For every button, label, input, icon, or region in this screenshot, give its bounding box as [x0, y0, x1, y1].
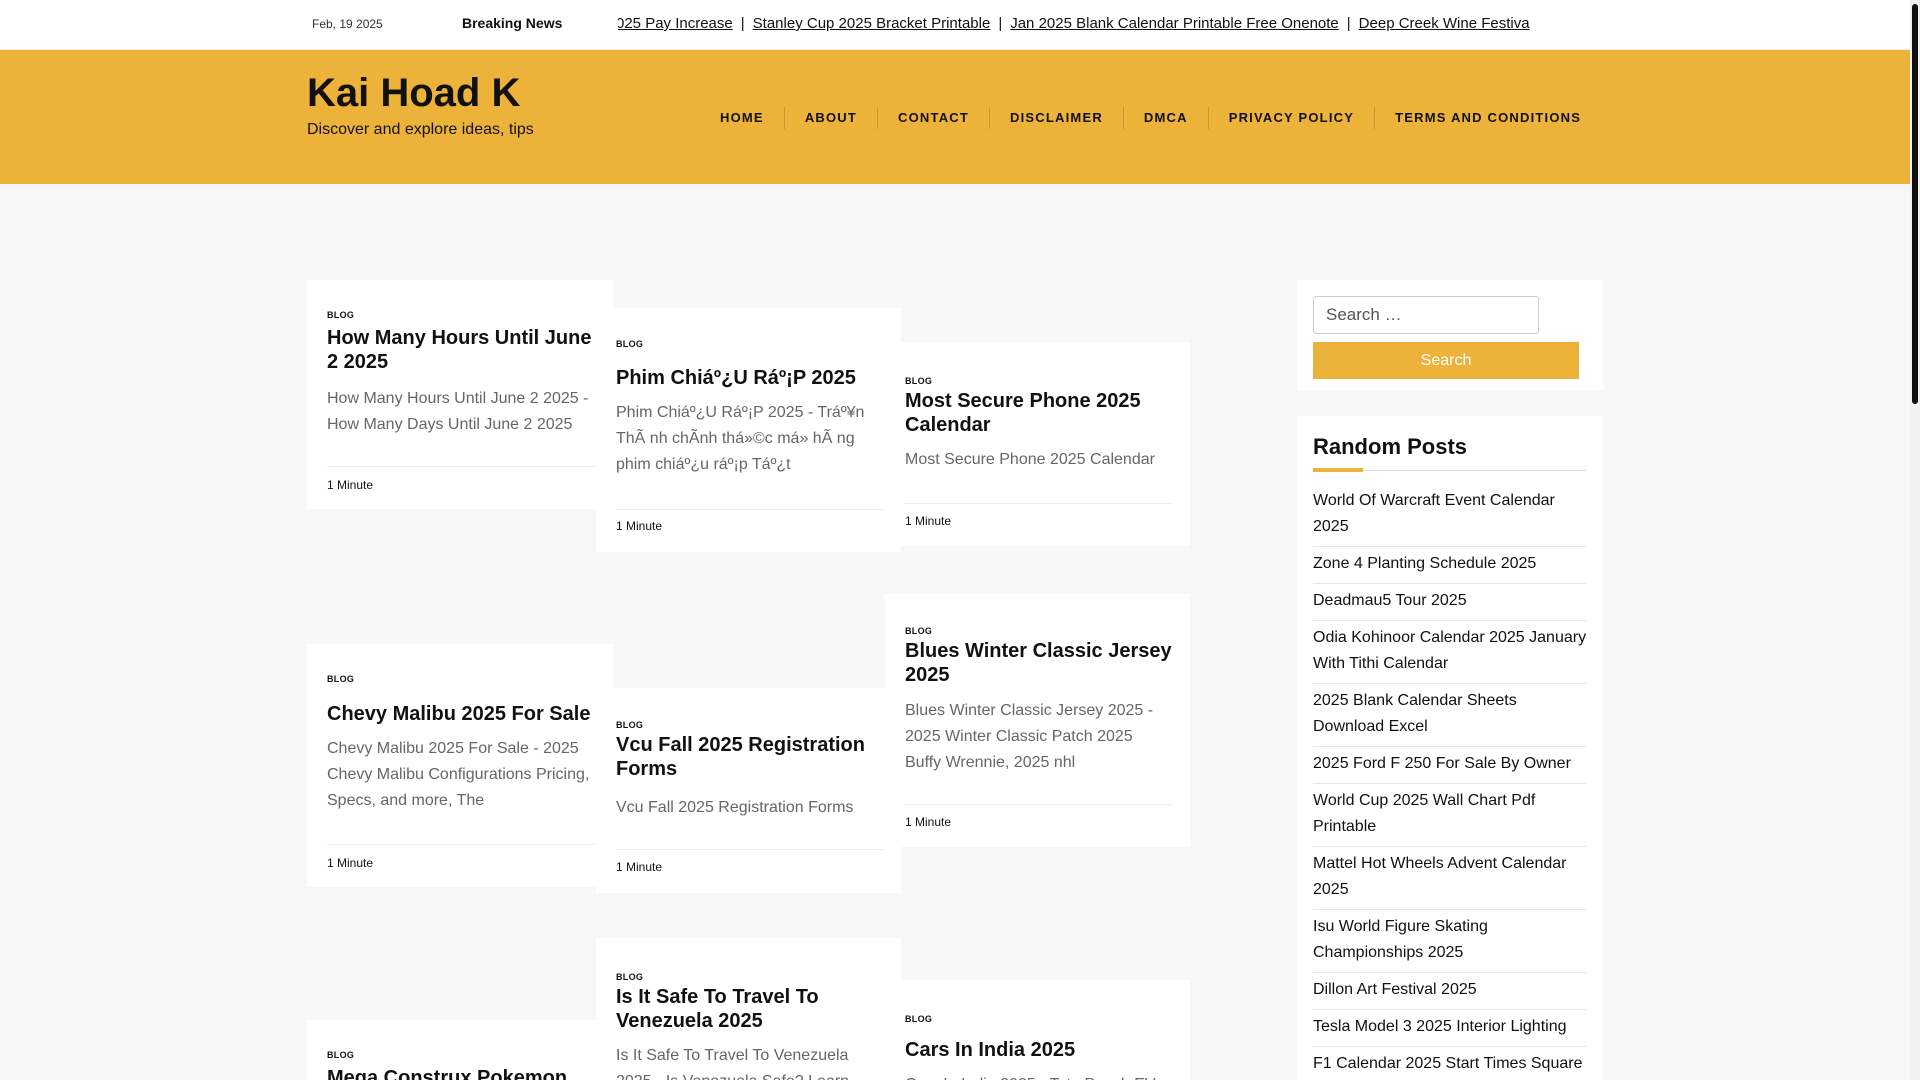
post-excerpt: Blues Winter Classic Jersey 2025 - 2025 …: [905, 702, 1154, 771]
widget-title-accent: [1313, 468, 1363, 472]
post-title[interactable]: Blues Winter Classic Jersey 2025: [905, 639, 1172, 687]
ticker-link[interactable]: Deep Creek Wine Festiva: [1359, 15, 1530, 32]
post-excerpt: Is It Safe To Travel To Venezuela 2025 -…: [616, 1047, 849, 1080]
site-title[interactable]: Kai Hoad K: [307, 71, 520, 116]
post-title[interactable]: Most Secure Phone 2025 Calendar: [905, 389, 1172, 437]
random-post-link[interactable]: Isu World Figure Skating Championships 2…: [1313, 914, 1587, 973]
main-nav: HOME ABOUT CONTACT DISCLAIMER DMCA PRIVA…: [700, 107, 1601, 129]
post-card[interactable]: BLOG Phim Chiáº¿U Ráº¡P 2025 Phim Chiáº¿…: [596, 308, 901, 552]
post-category[interactable]: BLOG: [905, 626, 932, 636]
read-time: 1 Minute: [616, 519, 663, 533]
ticker-separator: |: [998, 15, 1003, 32]
search-button[interactable]: Search: [1313, 342, 1579, 379]
card-divider: [616, 849, 883, 850]
post-excerpt: Cars In India 2025 - Tata Punch EV: [905, 1072, 1172, 1080]
read-time: 1 Minute: [905, 815, 952, 829]
post-excerpt: Vcu Fall 2025 Registration Forms: [616, 799, 854, 816]
nav-home[interactable]: HOME: [700, 107, 785, 129]
read-time: 1 Minute: [327, 478, 374, 492]
card-divider: [327, 844, 595, 845]
post-title[interactable]: How Many Hours Until June 2 2025: [327, 326, 595, 374]
post-category[interactable]: BLOG: [616, 339, 643, 349]
post-card[interactable]: BLOG How Many Hours Until June 2 2025 Ho…: [307, 280, 613, 509]
post-title[interactable]: Cars In India 2025: [905, 1038, 1172, 1062]
breaking-news-label: Breaking News: [462, 15, 563, 31]
post-card[interactable]: BLOG Chevy Malibu 2025 For Sale Chevy Ma…: [307, 644, 613, 887]
random-posts-title: Random Posts: [1313, 434, 1468, 459]
ticker-link[interactable]: Stanley Cup 2025 Bracket Printable: [753, 15, 991, 32]
random-post-link[interactable]: 2025 Blank Calendar Sheets Download Exce…: [1313, 688, 1587, 747]
read-time: 1 Minute: [616, 860, 663, 874]
post-title[interactable]: Mega Construx Pokemon: [327, 1066, 595, 1080]
post-title[interactable]: Is It Safe To Travel To Venezuela 2025: [616, 985, 883, 1033]
random-post-link[interactable]: World Cup 2025 Wall Chart Pdf Printable: [1313, 788, 1587, 847]
search-input[interactable]: [1313, 296, 1539, 334]
post-card[interactable]: BLOG Most Secure Phone 2025 Calendar Mos…: [885, 342, 1190, 546]
top-bar: Feb, 19 2025 Breaking News 025 Pay Incre…: [0, 0, 1910, 50]
post-excerpt: Chevy Malibu 2025 For Sale - 2025 Chevy …: [327, 740, 590, 809]
read-time: 1 Minute: [327, 856, 374, 870]
ticker-separator: |: [1346, 15, 1351, 32]
nav-dmca[interactable]: DMCA: [1124, 107, 1209, 129]
random-post-link[interactable]: Odia Kohinoor Calendar 2025 January With…: [1313, 625, 1587, 684]
site-header: Kai Hoad K Discover and explore ideas, t…: [0, 50, 1910, 184]
random-post-link[interactable]: 2025 Ford F 250 For Sale By Owner: [1313, 751, 1587, 784]
post-category[interactable]: BLOG: [905, 1014, 932, 1024]
post-title[interactable]: Vcu Fall 2025 Registration Forms: [616, 733, 883, 781]
site-tagline: Discover and explore ideas, tips: [307, 121, 534, 138]
card-divider: [327, 466, 595, 467]
post-category[interactable]: BLOG: [616, 972, 643, 982]
post-title[interactable]: Phim Chiáº¿U Ráº¡P 2025: [616, 366, 883, 390]
search-widget: Search: [1297, 280, 1603, 390]
card-divider: [616, 509, 883, 510]
card-divider: [905, 503, 1172, 504]
post-card[interactable]: BLOG Cars In India 2025 Cars In India 20…: [885, 980, 1190, 1080]
current-date: Feb, 19 2025: [312, 17, 383, 31]
ticker-link[interactable]: Jan 2025 Blank Calendar Printable Free O…: [1010, 15, 1339, 32]
post-card[interactable]: BLOG Blues Winter Classic Jersey 2025 Bl…: [885, 594, 1190, 847]
news-ticker: 025 Pay Increase | Stanley Cup 2025 Bracke…: [618, 15, 1604, 37]
post-card[interactable]: BLOG Is It Safe To Travel To Venezuela 2…: [596, 938, 901, 1080]
random-post-link[interactable]: World Of Warcraft Event Calendar 2025: [1313, 488, 1587, 547]
post-category[interactable]: BLOG: [327, 1050, 354, 1060]
ticker-separator: |: [740, 15, 745, 32]
post-category[interactable]: BLOG: [327, 310, 354, 320]
post-category[interactable]: BLOG: [327, 674, 354, 684]
random-posts-widget: Random Posts World Of Warcraft Event Cal…: [1297, 416, 1603, 1080]
random-post-link[interactable]: Zone 4 Planting Schedule 2025: [1313, 551, 1587, 584]
post-category[interactable]: BLOG: [905, 376, 932, 386]
random-posts-list: World Of Warcraft Event Calendar 2025 Zo…: [1313, 488, 1587, 1080]
nav-about[interactable]: ABOUT: [785, 107, 879, 129]
random-post-link[interactable]: Mattel Hot Wheels Advent Calendar 2025: [1313, 851, 1587, 910]
random-post-link[interactable]: Deadmau5 Tour 2025: [1313, 588, 1587, 621]
nav-privacy-policy[interactable]: PRIVACY POLICY: [1209, 107, 1376, 129]
post-excerpt: Most Secure Phone 2025 Calendar: [905, 451, 1155, 468]
random-post-link[interactable]: Tesla Model 3 2025 Interior Lighting: [1313, 1014, 1587, 1047]
post-card[interactable]: BLOG Vcu Fall 2025 Registration Forms Vc…: [596, 688, 901, 893]
card-divider: [905, 804, 1172, 805]
post-card[interactable]: BLOG Mega Construx Pokemon: [307, 1020, 613, 1080]
post-excerpt: Phim Chiáº¿U Ráº¡P 2025 - Tráº¥n ThÃ nh …: [616, 404, 865, 473]
read-time: 1 Minute: [905, 514, 952, 528]
nav-terms-and-conditions[interactable]: TERMS AND CONDITIONS: [1375, 107, 1601, 129]
random-post-link[interactable]: Dillon Art Festival 2025: [1313, 977, 1587, 1010]
scrollbar-thumb[interactable]: [1912, 4, 1918, 404]
ticker-link[interactable]: 025 Pay Increase: [618, 15, 733, 32]
nav-contact[interactable]: CONTACT: [878, 107, 991, 129]
random-post-link[interactable]: F1 Calendar 2025 Start Times Square: [1313, 1051, 1587, 1080]
post-category[interactable]: BLOG: [616, 720, 643, 730]
nav-disclaimer[interactable]: DISCLAIMER: [990, 107, 1124, 129]
post-excerpt: How Many Hours Until June 2 2025 - How M…: [327, 390, 589, 433]
page-scrollbar[interactable]: [1910, 0, 1920, 1080]
post-title[interactable]: Chevy Malibu 2025 For Sale: [327, 702, 595, 726]
